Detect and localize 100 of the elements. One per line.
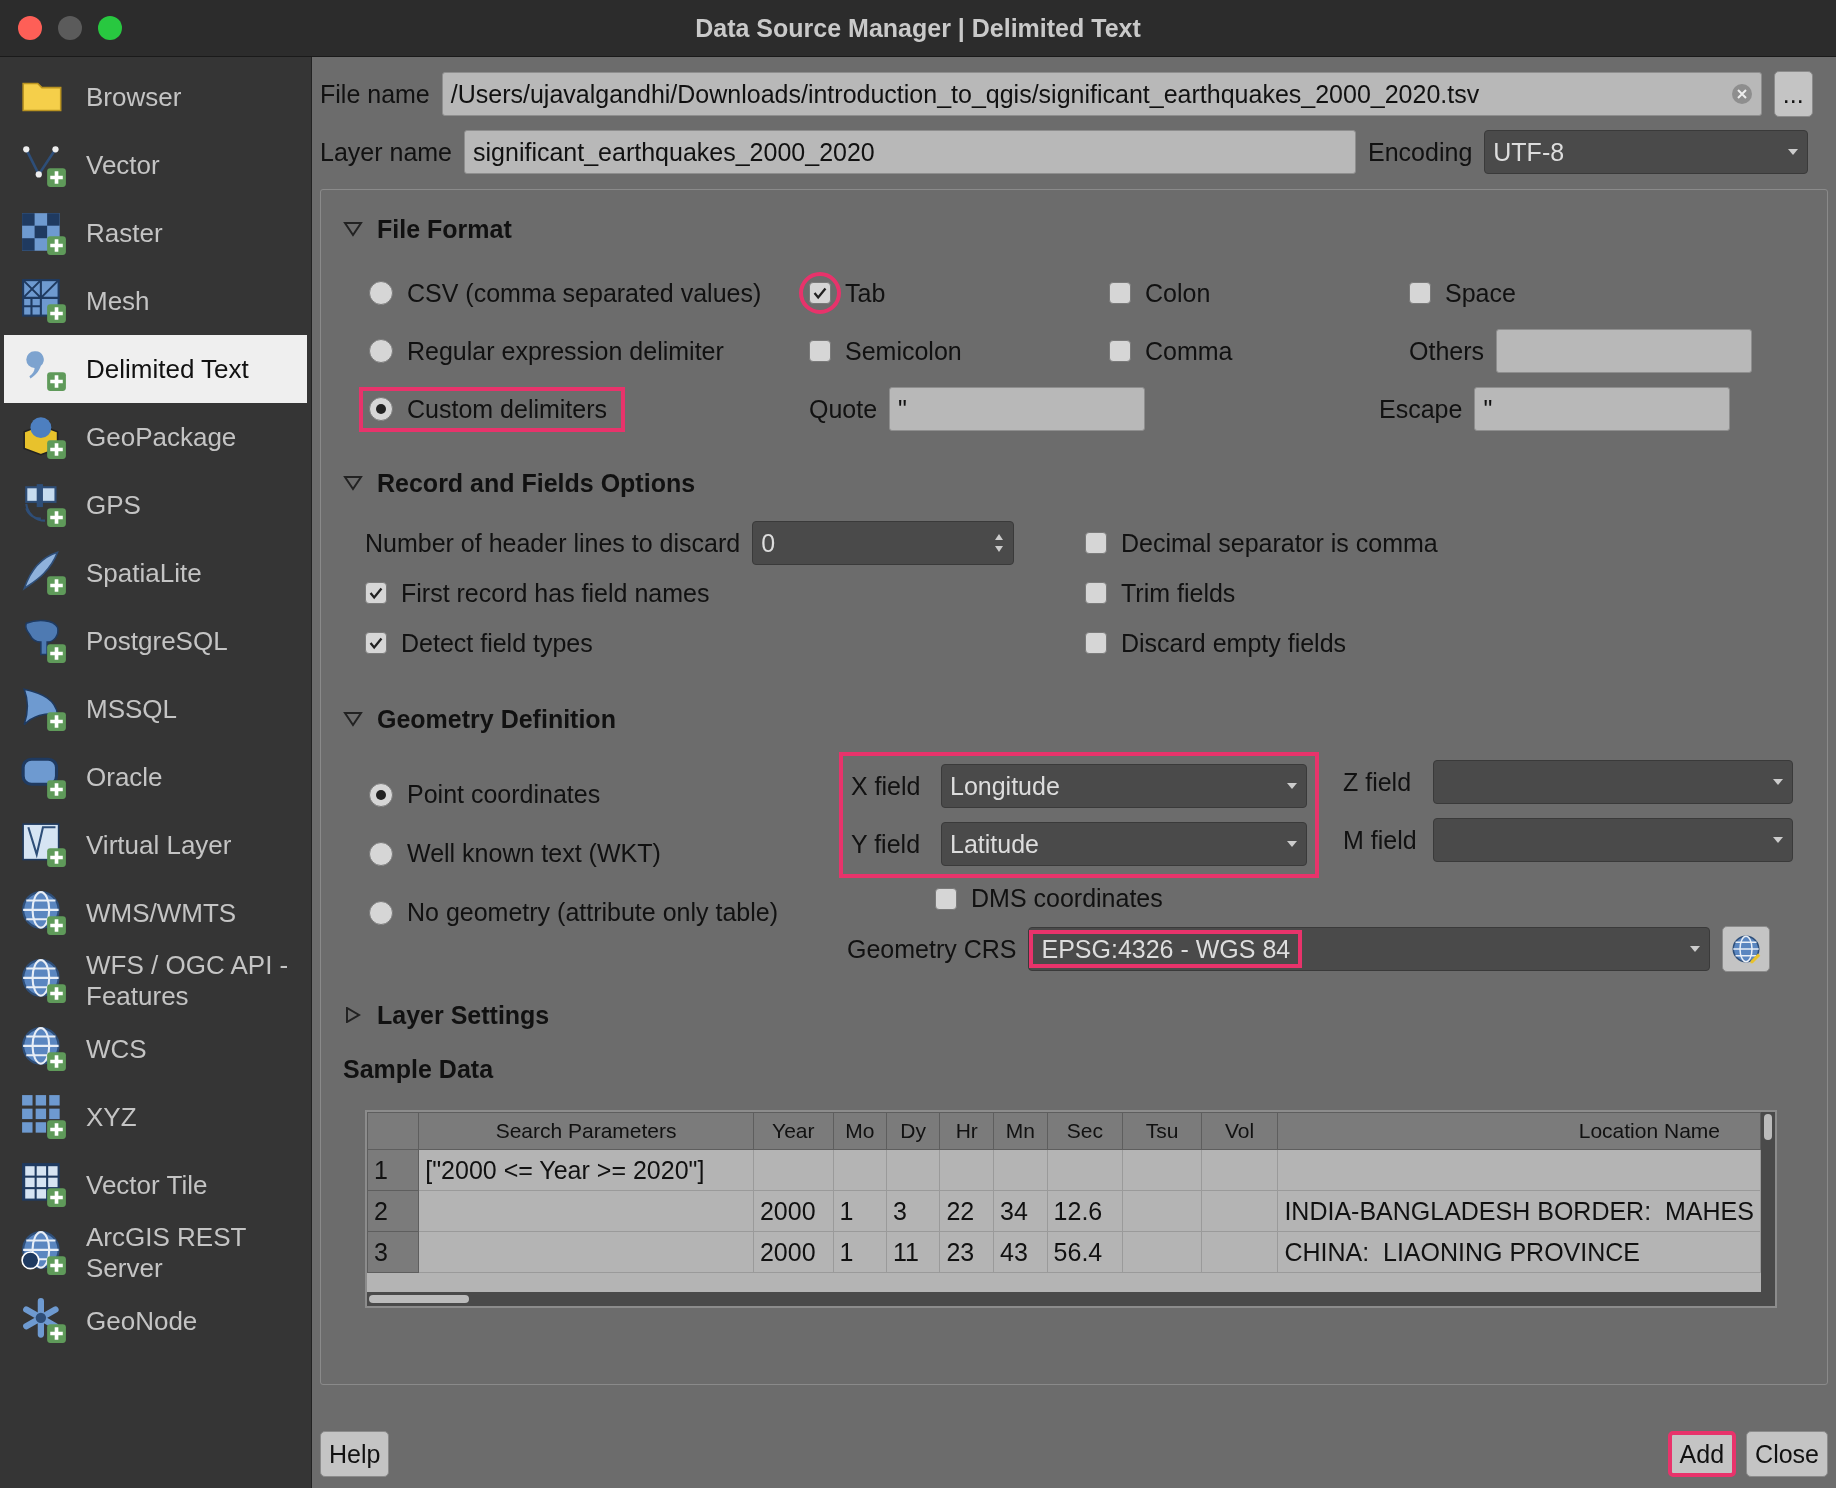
- sidebar-item[interactable]: WCS: [4, 1015, 307, 1083]
- sidebar-item[interactable]: Virtual Layer: [4, 811, 307, 879]
- checkbox-label: Trim fields: [1121, 578, 1236, 608]
- radio-button[interactable]: [369, 397, 393, 421]
- dialog-button[interactable]: Help: [320, 1431, 390, 1477]
- column-header[interactable]: Dy: [886, 1112, 940, 1150]
- sidebar-label: MSSQL: [86, 693, 178, 725]
- sidebar-item[interactable]: MSSQL: [4, 675, 307, 743]
- spin-box[interactable]: 0: [752, 521, 1015, 565]
- browse-button[interactable]: ...: [1773, 71, 1813, 117]
- field-label: Encoding: [1368, 137, 1473, 167]
- radio-button[interactable]: [369, 782, 393, 807]
- x-field-dropdown[interactable]: Longitude: [941, 764, 1307, 808]
- column-header[interactable]: Hr: [939, 1112, 994, 1150]
- crs-dropdown[interactable]: EPSG:4326 - WGS 84: [1028, 927, 1711, 971]
- encoding-dropdown[interactable]: UTF-8: [1484, 130, 1809, 174]
- vertical-scrollbar[interactable]: [1761, 1112, 1775, 1292]
- sidebar-item[interactable]: Delimited Text: [4, 335, 307, 403]
- column-header[interactable]: Search Parameters: [418, 1112, 754, 1150]
- z-field-dropdown[interactable]: [1433, 760, 1793, 804]
- sidebar-item[interactable]: Mesh: [4, 267, 307, 335]
- collapse-icon[interactable]: [343, 475, 363, 491]
- column-header[interactable]: Mo: [833, 1112, 887, 1150]
- checkbox-label: Space: [1445, 278, 1516, 308]
- layer-name-field[interactable]: significant_earthquakes_2000_2020: [464, 130, 1357, 174]
- sidebar-item[interactable]: WMS/WMTS: [4, 879, 307, 947]
- caret-icon: [1787, 148, 1800, 156]
- section-title: Layer Settings: [377, 1000, 550, 1030]
- expand-icon[interactable]: [343, 1007, 363, 1023]
- sidebar-item[interactable]: Browser: [4, 63, 307, 131]
- sidebar-label: Virtual Layer: [86, 829, 232, 861]
- dialog-button[interactable]: Close: [1746, 1431, 1828, 1477]
- table-cell: 23: [939, 1231, 994, 1273]
- section-title: File Format: [377, 214, 512, 244]
- clear-icon[interactable]: [1730, 83, 1753, 105]
- radio-button[interactable]: [369, 841, 393, 866]
- checkbox-label: Semicolon: [845, 336, 962, 366]
- sidebar-label: Vector: [86, 149, 160, 181]
- minimize-window-button[interactable]: [58, 16, 82, 40]
- sidebar-item[interactable]: XYZ: [4, 1083, 307, 1151]
- close-window-button[interactable]: [18, 16, 42, 40]
- dialog-button[interactable]: Add: [1667, 1431, 1737, 1477]
- radio-label: Regular expression delimiter: [407, 336, 724, 366]
- radio-button[interactable]: [369, 900, 393, 925]
- checkbox[interactable]: [365, 582, 387, 604]
- sidebar-item[interactable]: WFS / OGC API - Features: [4, 947, 307, 1015]
- sidebar-item[interactable]: Vector Tile: [4, 1151, 307, 1219]
- field-label: X field: [851, 771, 922, 801]
- caret-icon: [1689, 945, 1702, 953]
- checkbox[interactable]: [935, 887, 957, 910]
- sidebar-label: GeoNode: [86, 1305, 198, 1337]
- checkbox[interactable]: [1085, 532, 1107, 554]
- column-header[interactable]: Tsu: [1122, 1112, 1202, 1150]
- sidebar-item[interactable]: PostgreSQL: [4, 607, 307, 675]
- others-field[interactable]: [1496, 329, 1753, 373]
- quote-field[interactable]: ": [889, 387, 1146, 431]
- radio-button[interactable]: [369, 281, 393, 305]
- sidebar-item[interactable]: Raster: [4, 199, 307, 267]
- field-label: Layer name: [320, 137, 453, 167]
- sidebar-label: PostgreSQL: [86, 625, 228, 657]
- sidebar-item[interactable]: SpatiaLite: [4, 539, 307, 607]
- sidebar-item[interactable]: GPS: [4, 471, 307, 539]
- horizontal-scrollbar[interactable]: [367, 1292, 1775, 1306]
- m-field-dropdown[interactable]: [1433, 818, 1793, 862]
- sidebar-item[interactable]: GeoPackage: [4, 403, 307, 471]
- crs-select-button[interactable]: [1722, 926, 1771, 972]
- collapse-icon[interactable]: [343, 221, 363, 237]
- caret-icon: [1286, 782, 1298, 790]
- sidebar-item[interactable]: GeoNode: [4, 1287, 307, 1355]
- y-field-dropdown[interactable]: Latitude: [941, 822, 1307, 866]
- checkbox[interactable]: [1109, 340, 1131, 362]
- checkbox[interactable]: [1109, 282, 1131, 304]
- sidebar-item[interactable]: Oracle: [4, 743, 307, 811]
- checkbox[interactable]: [809, 282, 831, 304]
- zoom-window-button[interactable]: [98, 16, 122, 40]
- column-header[interactable]: Mn: [993, 1112, 1048, 1150]
- column-header[interactable]: Sec: [1047, 1112, 1123, 1150]
- checkbox[interactable]: [1085, 582, 1107, 604]
- checkbox-label: Discard empty fields: [1121, 628, 1347, 658]
- checkbox[interactable]: [809, 340, 831, 362]
- checkbox[interactable]: [365, 632, 387, 654]
- table-cell: INDIA-BANGLADESH BORDER: MAHES: [1277, 1190, 1761, 1232]
- sidebar-item[interactable]: Vector: [4, 131, 307, 199]
- radio-button[interactable]: [369, 339, 393, 363]
- checkbox[interactable]: [1085, 632, 1107, 654]
- sidebar-label: WMS/WMTS: [86, 897, 237, 929]
- collapse-icon[interactable]: [343, 711, 363, 727]
- row-number: 2: [367, 1190, 419, 1232]
- escape-field[interactable]: ": [1474, 387, 1731, 431]
- column-header[interactable]: Location Name: [1277, 1112, 1761, 1150]
- file-name-field[interactable]: /Users/ujavalgandhi/Downloads/introduction_to_qgis/significant_earthquakes_2000_2020.tsv: [441, 72, 1762, 116]
- sidebar-label: WFS / OGC API - Features: [86, 950, 290, 1012]
- checkbox-label: Tab: [845, 278, 886, 308]
- sidebar-label: WCS: [86, 1033, 147, 1065]
- sidebar-item[interactable]: ArcGIS REST Server: [4, 1219, 307, 1287]
- table-cell: 34: [993, 1190, 1048, 1232]
- column-header[interactable]: Vol: [1201, 1112, 1278, 1150]
- spin-arrows-icon[interactable]: [993, 532, 1006, 554]
- column-header[interactable]: Year: [753, 1112, 834, 1150]
- checkbox[interactable]: [1409, 282, 1431, 304]
